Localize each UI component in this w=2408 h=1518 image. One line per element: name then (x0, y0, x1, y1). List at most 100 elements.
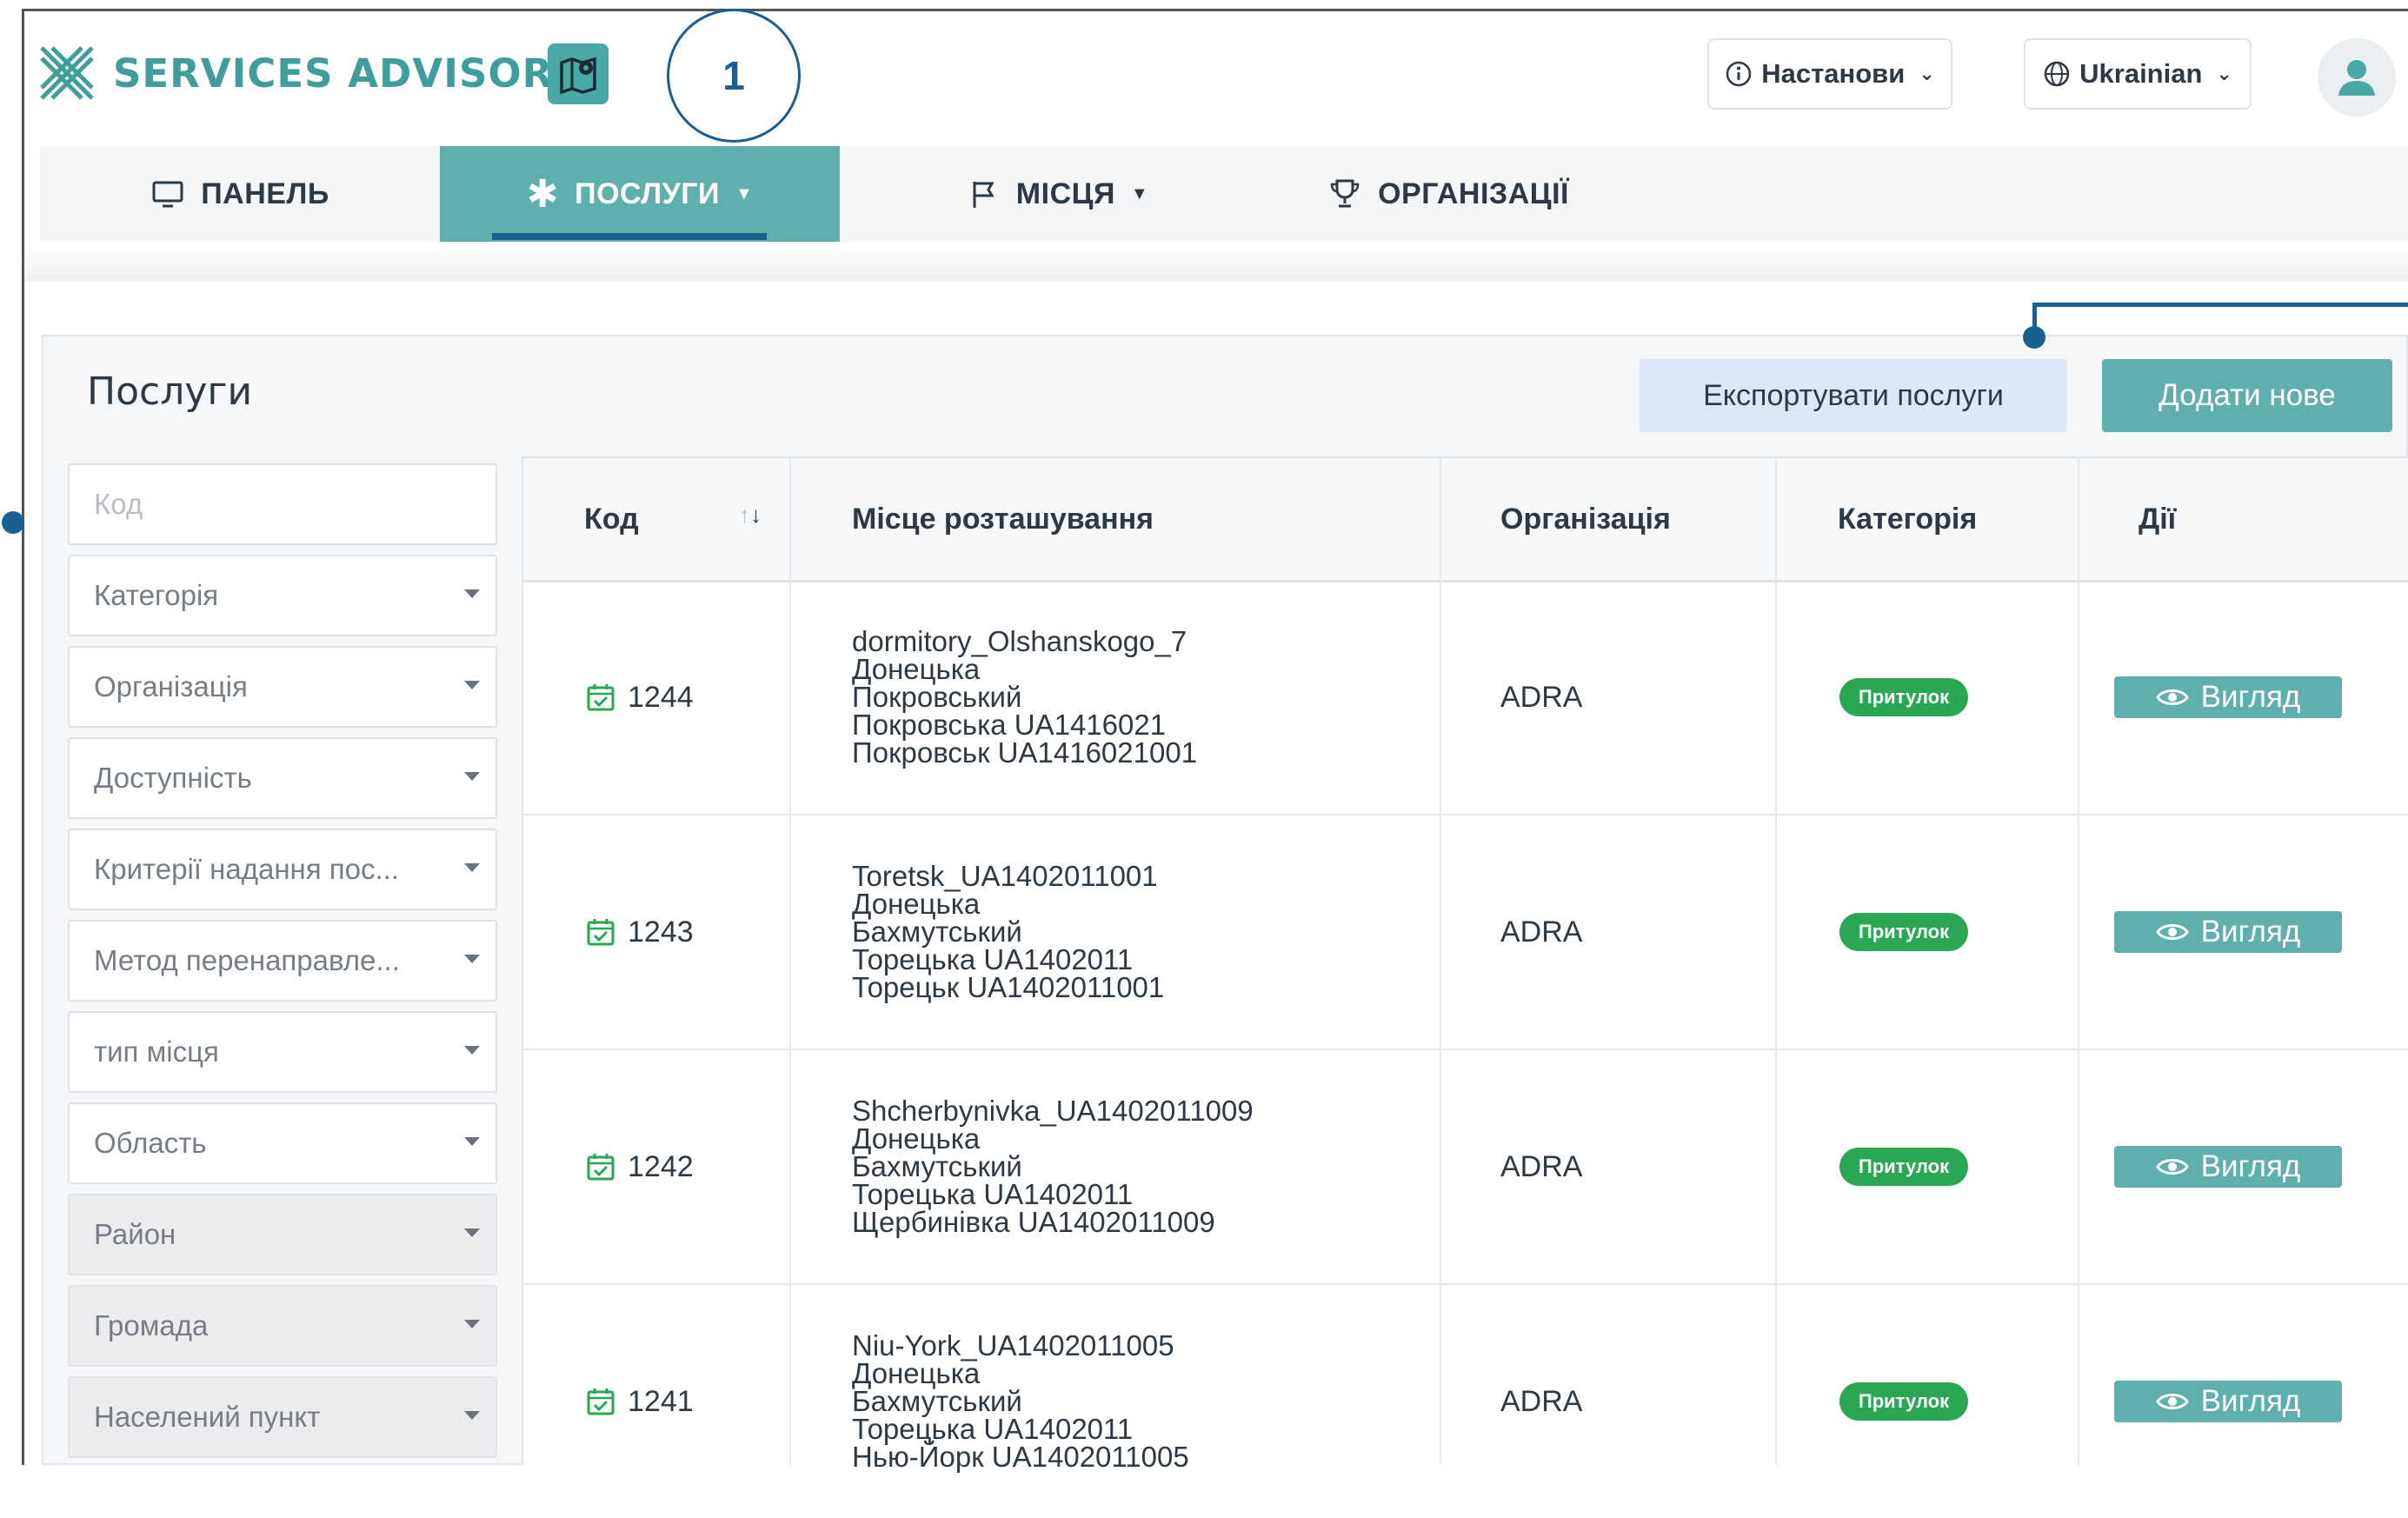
location-cell: Shcherbynivka_UA1402011009 Донецька Бахмут… (852, 1095, 1254, 1238)
calendar-check-icon (587, 684, 615, 711)
callout-marker: 1 (667, 9, 801, 143)
column-header-organization: Організація (1500, 502, 1671, 536)
settings-dropdown[interactable]: Настанови ⌄ (1707, 38, 1952, 110)
view-button[interactable]: Вигляд (2114, 911, 2342, 953)
accessibility-filter-select[interactable]: Доступність (68, 737, 497, 819)
table-row: 1242 Shcherbynivka_UA1402011009 Донецька Б… (523, 1050, 2408, 1285)
sort-icon[interactable]: ↑↓ (739, 502, 762, 529)
nav-item-services[interactable]: ✱ ПОСЛУГИ ▼ (440, 146, 840, 242)
chevron-down-icon: ⌄ (1919, 63, 1935, 84)
active-tab-indicator (492, 233, 767, 240)
eye-icon (2155, 924, 2189, 940)
service-code: 1243 (586, 816, 694, 1049)
place-type-filter-select[interactable]: тип місця (68, 1011, 497, 1093)
map-pin-icon (560, 57, 596, 95)
nav-item-label: ПАНЕЛЬ (201, 176, 329, 210)
asterisk-icon: ✱ (526, 172, 560, 216)
chevron-down-icon: ⌄ (2216, 63, 2232, 84)
location-cell: dormitory_Olshanskogo_7 Донецька Покровськ… (852, 625, 1198, 769)
table-row: 1241 Niu-York_UA1402011005 Донецька Бахмут… (523, 1285, 2408, 1518)
column-header-location: Місце розташування (852, 502, 1154, 536)
category-badge: Притулок (1839, 1148, 1968, 1186)
caret-down-icon (464, 1228, 480, 1237)
caret-down-icon (464, 863, 480, 872)
service-code: 1244 (586, 581, 694, 814)
caret-down-icon: ▼ (735, 183, 754, 203)
map-view-button[interactable] (548, 43, 609, 104)
location-cell: Toretsk_UA1402011001 Донецька Бахмутський Т… (852, 860, 1165, 1003)
header-shadow (24, 242, 2408, 282)
caret-down-icon (464, 1046, 480, 1055)
services-table: Код ↑↓ Місце розташування Організація Ка… (522, 456, 2408, 1471)
monitor-icon (152, 181, 183, 208)
caret-down-icon (464, 1137, 480, 1146)
view-button[interactable]: Вигляд (2114, 676, 2342, 718)
nav-item-label: ПОСЛУГИ (575, 176, 720, 210)
trophy-icon (1330, 179, 1360, 208)
nav-item-organizations[interactable]: ОРГАНІЗАЦІЇ (1309, 146, 1587, 242)
column-header-actions: Дії (2139, 502, 2177, 536)
app-title: SERVICES ADVISOR (113, 50, 554, 97)
language-label: Ukrainian (2079, 58, 2203, 89)
nav-item-panel[interactable]: ПАНЕЛЬ (40, 146, 440, 242)
service-code: 1241 (586, 1285, 694, 1518)
oblast-filter-select[interactable]: Область (68, 1102, 497, 1184)
caret-down-icon (464, 772, 480, 781)
flag-icon (973, 182, 994, 208)
settings-label: Настанови (1761, 58, 1906, 89)
user-avatar-button[interactable] (2318, 38, 2396, 117)
category-badge: Притулок (1839, 913, 1968, 951)
column-header-category: Категорія (1838, 502, 1978, 536)
frame-border-left (22, 9, 24, 1465)
organization-cell: ADRA (1500, 1384, 1583, 1418)
eye-icon (2155, 1394, 2189, 1409)
callout-dot (2, 511, 24, 534)
info-icon (1726, 61, 1752, 87)
organization-cell: ADRA (1500, 1149, 1583, 1183)
caret-down-icon (464, 955, 480, 963)
organization-cell: ADRA (1500, 680, 1583, 714)
export-services-button[interactable]: Експортувати послуги (1640, 359, 2067, 432)
table-row: 1243 Toretsk_UA1402011001 Донецька Бахмутс… (523, 816, 2408, 1050)
calendar-check-icon (587, 1154, 615, 1181)
table-row: 1244 dormitory_Olshanskogo_7 Донецька Покр… (523, 581, 2408, 816)
callout-line (2032, 303, 2408, 307)
caret-down-icon (464, 589, 480, 598)
add-new-button[interactable]: Додати нове (2102, 359, 2392, 432)
callout-dot (2023, 326, 2045, 349)
raion-filter-select[interactable]: Район (68, 1194, 497, 1275)
category-filter-select[interactable]: Категорія (68, 555, 497, 636)
nav-item-label: ОРГАНІЗАЦІЇ (1378, 176, 1569, 210)
service-code: 1242 (586, 1050, 694, 1283)
app-logo[interactable]: SERVICES ADVISOR (38, 42, 553, 104)
caret-down-icon: ▼ (1130, 183, 1149, 203)
table-header: Код ↑↓ Місце розташування Організація Ка… (523, 456, 2408, 583)
view-button[interactable]: Вигляд (2114, 1146, 2342, 1188)
category-badge: Притулок (1839, 678, 1968, 716)
calendar-check-icon (587, 919, 615, 946)
frame-border-top (22, 9, 2408, 11)
caret-down-icon (464, 1320, 480, 1328)
page-title: Послуги (87, 370, 253, 414)
globe-icon (2044, 61, 2070, 87)
language-dropdown[interactable]: Ukrainian ⌄ (2024, 38, 2252, 110)
referral-method-filter-select[interactable]: Метод перенаправле... (68, 920, 497, 1002)
calendar-check-icon (587, 1388, 615, 1415)
user-icon (2338, 60, 2375, 96)
criteria-filter-select[interactable]: Критерії надання пос... (68, 829, 497, 910)
hromada-filter-select[interactable]: Громада (68, 1285, 497, 1367)
column-header-code[interactable]: Код (584, 458, 639, 580)
location-cell: Niu-York_UA1402011005 Донецька Бахмутський… (852, 1329, 1189, 1473)
main-nav: ПАНЕЛЬ ✱ ПОСЛУГИ ▼ МІСЦЯ ▼ ОРГАНІЗАЦІЇ (40, 146, 2408, 242)
caret-down-icon (464, 681, 480, 689)
eye-icon (2155, 689, 2189, 705)
organization-filter-select[interactable]: Організація (68, 646, 497, 728)
code-filter-input[interactable]: Код (68, 463, 497, 545)
nav-item-label: МІСЦЯ (1015, 176, 1115, 210)
logo-mark-icon (40, 46, 94, 100)
caret-down-icon (464, 1411, 480, 1420)
settlement-filter-select[interactable]: Населений пункт (68, 1376, 497, 1458)
organization-cell: ADRA (1500, 915, 1583, 949)
view-button[interactable]: Вигляд (2114, 1381, 2342, 1422)
nav-item-places[interactable]: МІСЦЯ ▼ (927, 146, 1187, 242)
